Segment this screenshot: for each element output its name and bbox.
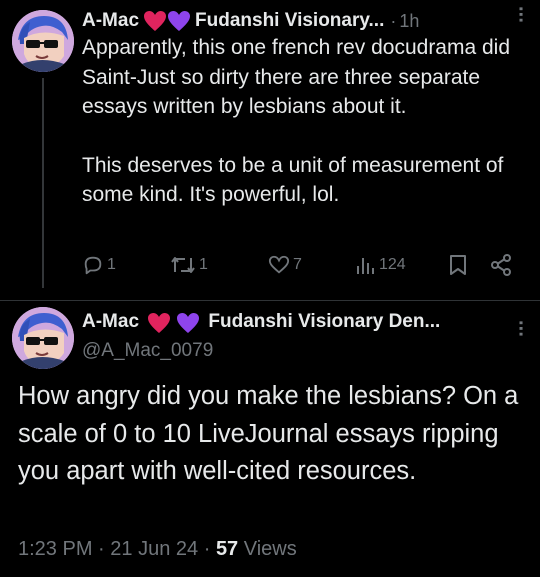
views-label: Views [243,538,297,560]
share-button[interactable] [490,254,512,276]
avatar[interactable] [12,307,74,369]
reply-count: 1 [107,256,116,273]
separator: · [390,10,397,31]
purple-heart-icon [168,11,191,31]
like-icon [268,255,290,274]
avatar-icon [12,10,74,72]
author-name[interactable]: A-Mac [82,311,139,332]
retweet-count: 1 [199,256,208,273]
like-count: 7 [293,256,302,273]
tweet1-header: A-Mac Fudanshi Visionary... · 1h [82,8,419,34]
share-icon [491,254,511,276]
thread-line [42,78,44,288]
avatar[interactable] [12,10,74,72]
tweet1-paragraph: This deserves to be a unit of measuremen… [82,153,504,207]
reply-icon [84,256,102,275]
more-icon[interactable]: ··· [508,320,531,337]
timestamp[interactable]: 1h [399,11,419,32]
tweet1-actions: 1 1 7 124 [82,254,522,284]
red-heart-icon [148,312,171,333]
purple-heart-icon [176,312,199,333]
like-button[interactable]: 7 [268,254,302,276]
avatar-icon [12,307,74,369]
tweet2-text: How angry did you make the lesbians? On … [18,382,519,485]
views-button[interactable]: 124 [356,254,406,276]
tweet1-text: Apparently, this one french rev docudram… [82,33,532,210]
tweet2-footer: 1:23 PM · 21 Jun 24 · 57 Views [18,538,297,561]
retweet-button[interactable]: 1 [170,254,208,276]
divider [0,300,540,301]
view-count[interactable]: 57 [216,538,238,560]
separator: · [98,538,105,560]
display-name-suffix[interactable]: Fudanshi Visionary Den... [208,311,440,332]
red-heart-icon [144,11,167,31]
views-icon [357,258,374,274]
bookmark-button[interactable] [448,254,468,276]
display-name-suffix[interactable]: Fudanshi Visionary... [195,10,384,32]
reply-button[interactable]: 1 [82,254,116,276]
more-icon[interactable]: ··· [508,6,531,23]
separator: · [203,538,211,560]
user-handle[interactable]: @A_Mac_0079 [82,340,213,362]
bookmark-icon [450,255,466,275]
tweet1-paragraph: Apparently, this one french rev docudram… [82,36,511,118]
author-name[interactable]: A-Mac [82,10,139,32]
post-time[interactable]: 1:23 PM [18,538,92,560]
views-count: 124 [379,256,406,273]
retweet-icon [171,257,195,273]
post-date[interactable]: 21 Jun 24 [110,538,198,560]
tweet2-header: A-Mac Fudanshi Visionary Den... [82,311,440,334]
